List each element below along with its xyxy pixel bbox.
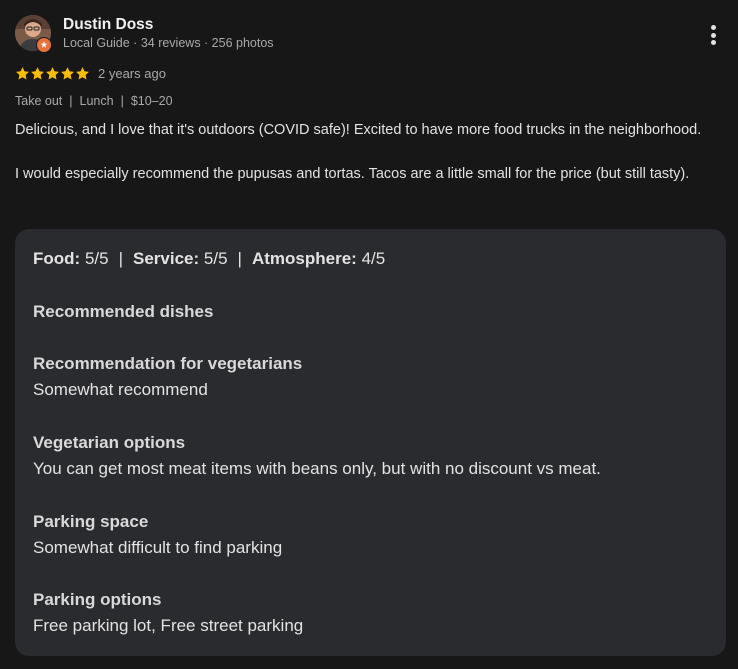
service-rating-value: 5/5 [203,249,228,268]
vegetarian-recommendation-value: Somewhat recommend [33,380,208,399]
review-details-card: Food: 5/5 | Service: 5/5 | Atmosphere: 4/5 R… [15,229,726,656]
atmosphere-rating-value: 4/5 [361,249,386,268]
vegetarian-recommendation-heading: Recommendation for vegetarians [33,354,303,373]
atmosphere-rating-label: Atmosphere: [251,249,357,268]
food-rating-value: 5/5 [84,249,109,268]
review-tags: Take out | Lunch | $10–20 [15,94,173,108]
review-card: Dustin Doss Local Guide · 34 reviews · 2… [0,0,738,669]
review-paragraph: Delicious, and I love that it's outdoors… [15,122,702,138]
vegetarian-options-value: You can get most meat items with beans o… [33,459,601,478]
author-name[interactable]: Dustin Doss [63,16,153,34]
star-icon [76,66,89,79]
vegetarian-options-heading: Vegetarian options [33,433,186,452]
parking-space-value: Somewhat difficult to find parking [33,538,283,557]
subratings: Food: 5/5 | Service: 5/5 | Atmosphere: 4/5 [33,249,385,269]
tag-service-type: Take out [15,94,63,108]
service-rating-label: Service: [133,249,200,268]
rating-row: 2 years ago [15,64,166,82]
star-icon [61,66,74,79]
parking-options-value: Free parking lot, Free street parking [33,616,304,635]
parking-space-heading: Parking space [33,512,149,531]
review-text: Delicious, and I love that it's outdoors… [15,120,715,185]
author-meta: Local Guide · 34 reviews · 256 photos [63,36,274,50]
food-rating-label: Food: [33,249,81,268]
tag-price: $10–20 [130,94,173,108]
rating-separator: | [237,249,242,268]
recommended-dishes-heading: Recommended dishes [33,302,214,321]
star-icon [31,66,44,79]
review-paragraph: I would especially recommend the pupusas… [15,165,690,182]
local-guide-badge-icon [36,37,52,53]
star-icon [46,66,59,79]
tag-separator: | [69,94,73,108]
rating-separator: | [118,249,123,268]
review-date: 2 years ago [98,65,166,81]
star-icon [16,66,29,79]
more-vert-icon[interactable] [700,21,726,49]
star-rating [15,66,90,81]
tag-meal-type: Lunch [79,94,114,108]
tag-separator: | [120,94,124,108]
parking-options-heading: Parking options [33,590,162,609]
